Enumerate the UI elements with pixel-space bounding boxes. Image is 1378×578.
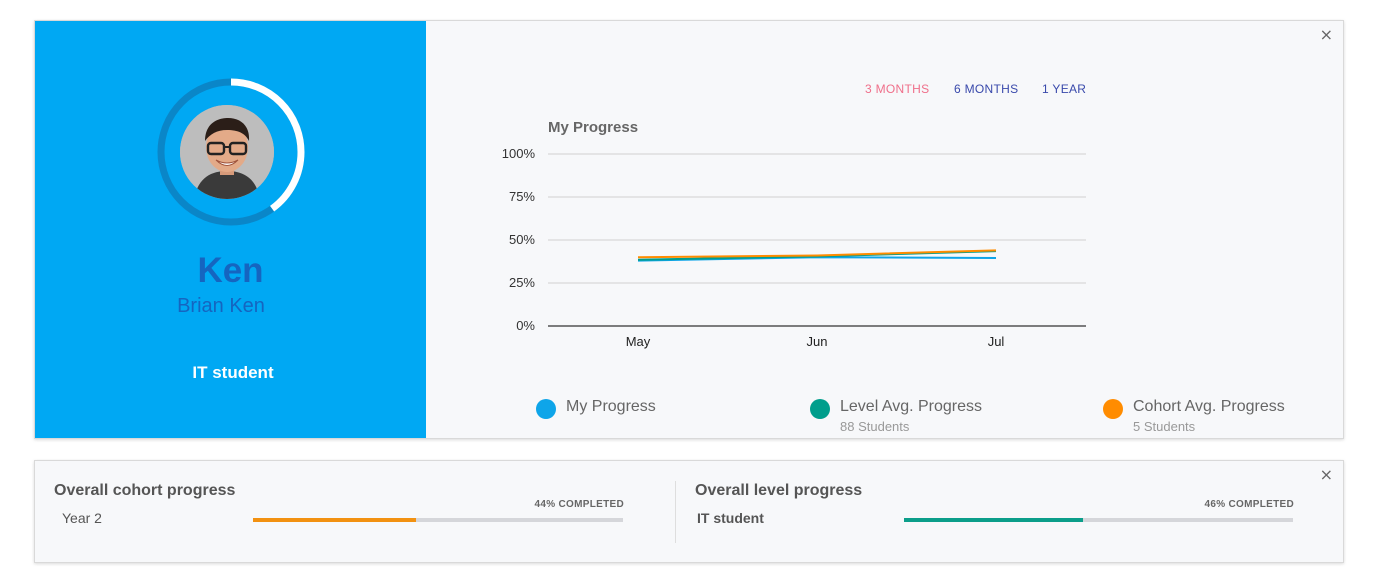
y-tick-label: 25%	[509, 275, 535, 290]
cohort-progress-bar	[253, 518, 623, 522]
x-tick-label: Jun	[807, 334, 828, 349]
cohort-progress-title: Overall cohort progress	[54, 482, 236, 499]
close-icon[interactable]: ×	[1320, 25, 1333, 44]
level-progress-bar	[904, 518, 1293, 522]
profile-role: IT student	[192, 363, 274, 382]
legend-label: Cohort Avg. Progress	[1133, 398, 1285, 415]
legend-dot-icon	[1103, 399, 1123, 419]
profile-nickname: Ken	[197, 251, 264, 290]
overall-progress-card: × Overall cohort progress Year 2 44% COM…	[34, 460, 1344, 563]
cohort-name: Year 2	[62, 510, 102, 526]
avatar	[180, 105, 274, 199]
profile-fullname: Brian Ken	[177, 295, 265, 317]
range-6-months-button[interactable]: 6 MONTHS	[954, 82, 1018, 96]
cohort-progress-fill	[253, 518, 416, 522]
level-progress-fill	[904, 518, 1083, 522]
x-tick-label: Jul	[988, 334, 1005, 349]
x-tick-label: May	[626, 334, 651, 349]
legend-label: My Progress	[566, 398, 656, 415]
chart-title: My Progress	[548, 119, 638, 136]
level-progress-title: Overall level progress	[695, 482, 863, 499]
y-tick-label: 75%	[509, 189, 535, 204]
range-1-year-button[interactable]: 1 YEAR	[1042, 82, 1086, 96]
legend-sub-count: 5 Students	[1133, 419, 1196, 434]
y-tick-label: 0%	[516, 318, 535, 333]
range-3-months-button[interactable]: 3 MONTHS	[865, 82, 929, 96]
level-completed-text: 46% COMPLETED	[1204, 499, 1294, 510]
close-icon[interactable]: ×	[1320, 465, 1333, 484]
cohort-completed-text: 44% COMPLETED	[534, 499, 624, 510]
level-name: IT student	[697, 510, 764, 526]
y-tick-label: 50%	[509, 232, 535, 247]
legend-sub-count: 88 Students	[840, 419, 910, 434]
profile-panel: Ken Brian Ken IT student	[35, 21, 426, 438]
legend-dot-icon	[536, 399, 556, 419]
progress-card: × Ken Brian Ken IT student 3 MONTHS 6 MO…	[34, 20, 1344, 439]
y-tick-label: 100%	[502, 146, 536, 161]
progress-chart: My Progress 0% 25% 50% 75% 100% May Jun Jul	[502, 119, 1086, 349]
legend-label: Level Avg. Progress	[840, 398, 983, 415]
divider	[675, 481, 676, 543]
series-line-cohort-avg-progress	[637, 249, 997, 259]
legend-dot-icon	[810, 399, 830, 419]
